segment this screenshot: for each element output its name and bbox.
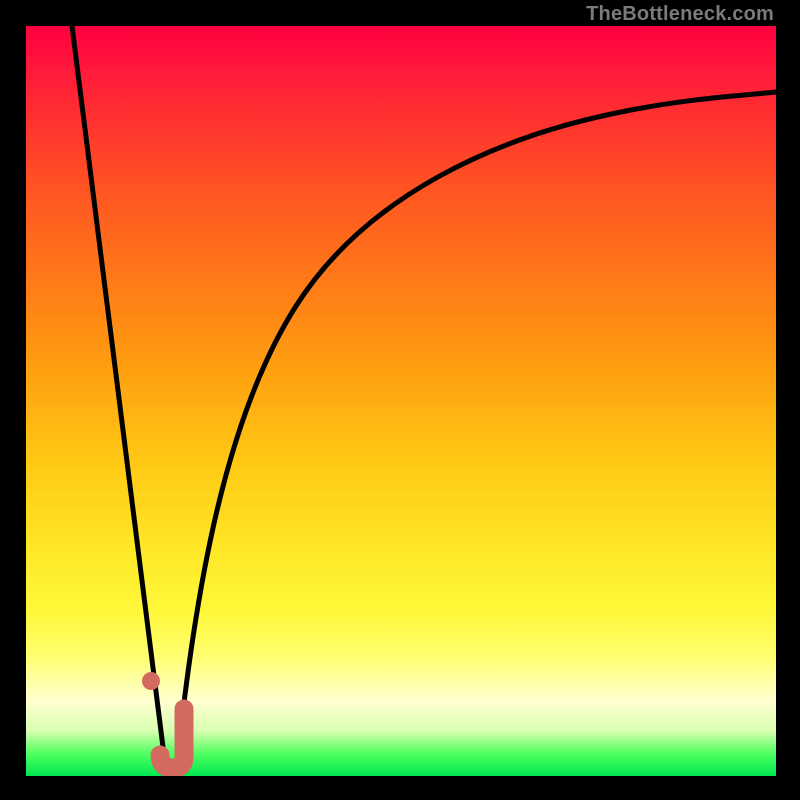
attribution-label: TheBottleneck.com xyxy=(586,3,774,26)
marker-dot xyxy=(142,672,160,690)
curve-left-branch xyxy=(72,26,164,755)
bottleneck-curve xyxy=(26,26,776,776)
plot-area xyxy=(26,26,776,776)
outer-frame: TheBottleneck.com xyxy=(0,0,800,800)
curve-right-branch xyxy=(178,92,776,755)
